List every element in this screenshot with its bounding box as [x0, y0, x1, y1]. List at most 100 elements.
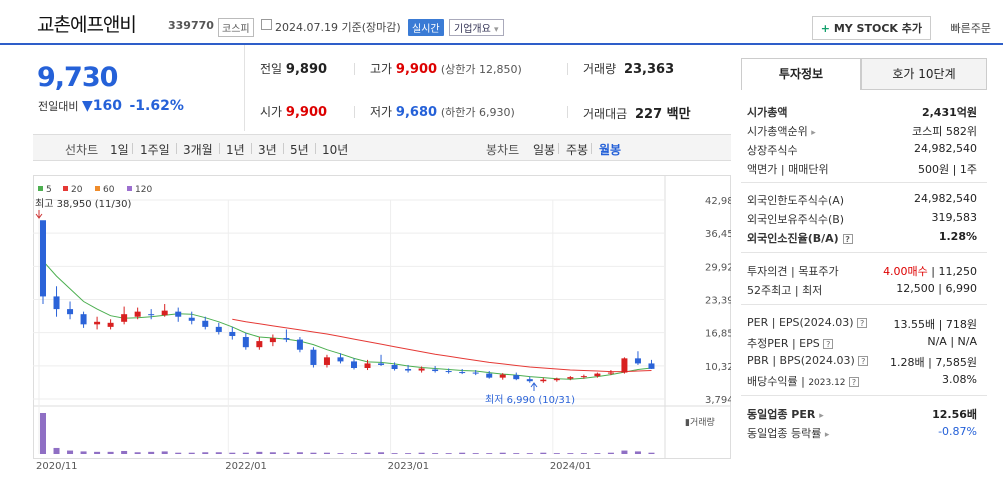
candle-body	[40, 220, 46, 297]
quick-order-link[interactable]: 빠른주문	[951, 20, 991, 36]
amount-label: 거래대금	[583, 107, 628, 121]
ma20-line	[232, 318, 652, 373]
pbr-label: PBR	[747, 354, 769, 367]
volume-bar	[580, 453, 587, 454]
candle-body	[121, 314, 128, 322]
company-overview-label: 기업개요	[454, 24, 491, 35]
divider	[354, 106, 355, 118]
sector-rate-row[interactable]: 동일업종 등락률 ▸ -0.87%	[747, 425, 977, 441]
current-price: 9,730	[37, 62, 118, 93]
stock-name: 교촌에프앤비	[37, 14, 137, 36]
divider	[558, 143, 559, 154]
volume-bar	[418, 452, 425, 454]
candle-body	[607, 372, 614, 374]
volume-bar	[553, 453, 560, 454]
volume-bar	[526, 453, 533, 454]
rank-market: 코스피	[912, 125, 943, 138]
company-overview-button[interactable]: 기업개요 ▾	[449, 19, 504, 36]
up-arrow-icon	[530, 382, 538, 391]
period-10y[interactable]: 10년	[322, 141, 348, 158]
market-cap-label: 시가총액	[747, 106, 788, 119]
mystock-add-button[interactable]: + MY STOCK 추가	[811, 16, 931, 40]
chevron-right-icon: ▸	[824, 430, 830, 440]
rank-row: 시가총액순위 ▸ 코스피 582위	[747, 123, 977, 139]
divider	[567, 63, 568, 75]
volume-bar	[148, 451, 155, 454]
par-row: 액면가 | 매매단위 500원 | 1주	[747, 163, 977, 176]
volume-value: 23,363	[623, 62, 675, 77]
help-icon[interactable]: ?	[857, 318, 868, 328]
high-price: 고가 9,900 (상한가 12,850)	[370, 60, 522, 77]
help-icon[interactable]: ?	[858, 356, 869, 366]
tab-investment-info[interactable]: 투자정보	[741, 58, 861, 90]
price-change: 전일대비 ▼160 -1.62%	[38, 98, 184, 114]
bps-label: BPS(2024.03)	[779, 354, 855, 367]
volume-bar	[202, 452, 209, 454]
chevron-down-icon: ▾	[494, 25, 499, 35]
market-cap-row: 시가총액 2,431억원	[747, 104, 977, 120]
divider	[315, 143, 316, 154]
period-3m[interactable]: 3개월	[183, 141, 213, 158]
volume-label: 거래량	[583, 62, 617, 76]
upper-limit: (상한가 12,850)	[440, 63, 522, 76]
legend-label-60: 60	[103, 185, 115, 195]
candle-body	[283, 338, 290, 340]
shares-value: 24,982,540	[914, 142, 977, 155]
help-icon[interactable]: ?	[842, 234, 853, 244]
candle-weekly[interactable]: 주봉	[566, 141, 588, 158]
period-5y[interactable]: 5년	[290, 141, 309, 158]
divider	[132, 143, 133, 154]
chart-period-bar: 선차트 1일 1주일 3개월 1년 3년 5년 10년 봉차트 일봉 주봉 월봉	[33, 134, 731, 161]
volume-bar	[188, 452, 195, 454]
y-tick-label: 36,456	[705, 229, 731, 240]
candle-monthly[interactable]: 월봉	[599, 141, 621, 158]
amount-value: 227 백만	[635, 107, 691, 122]
help-icon[interactable]: ?	[823, 339, 834, 349]
period-1w[interactable]: 1주일	[140, 141, 170, 158]
est-per-value: N/A	[927, 335, 947, 348]
low-value: 9,680	[395, 105, 438, 120]
volume-bar	[242, 452, 249, 454]
divider	[741, 395, 987, 396]
investment-info-panel: 투자정보 호가 10단계 시가총액 2,431억원 시가총액순위 ▸ 코스피 582…	[741, 58, 987, 486]
candle-body	[567, 377, 574, 379]
tab-orderbook[interactable]: 호가 10단계	[861, 58, 987, 90]
eps-label: EPS(2024.03)	[778, 316, 854, 329]
dividend-value: 3.08%	[942, 373, 977, 386]
week52-low-label: 최저	[802, 284, 823, 297]
foreign-limit-label: 외국인한도주식수(A)	[747, 194, 845, 207]
opinion-label: 투자의견	[747, 265, 788, 278]
per-value: 13.55배	[893, 318, 936, 331]
volume-bar	[215, 452, 222, 454]
foreign-limit-value: 24,982,540	[914, 192, 977, 205]
dividend-date: 2023.12	[808, 378, 846, 388]
candle-daily[interactable]: 일봉	[533, 141, 555, 158]
candle-body	[161, 310, 168, 316]
sector-per-row[interactable]: 동일업종 PER ▸ 12.56배	[747, 406, 977, 422]
sector-per-label: 동일업종 PER	[747, 408, 816, 421]
down-arrow-icon: ▼	[81, 98, 93, 114]
volume-bar	[405, 453, 412, 454]
volume-bar	[175, 452, 182, 454]
period-1y[interactable]: 1년	[226, 141, 245, 158]
realtime-button[interactable]: 실시간	[408, 19, 444, 36]
volume-bar	[134, 452, 141, 454]
down-arrow-icon	[35, 210, 43, 219]
period-1d[interactable]: 1일	[110, 141, 129, 158]
help-icon[interactable]: ?	[849, 377, 860, 387]
divider	[354, 63, 355, 75]
volume-bar	[323, 452, 330, 454]
line-chart-label: 선차트	[65, 143, 99, 157]
rank-label: 시가총액순위	[747, 125, 808, 138]
shares-label: 상장주식수	[747, 144, 798, 157]
candle-body	[378, 363, 385, 365]
volume-bar	[94, 451, 101, 454]
volume-bar	[486, 453, 493, 454]
par-value: 500원	[918, 163, 950, 176]
candle-body	[296, 339, 303, 350]
divider	[741, 252, 987, 253]
high-label: 고가	[370, 62, 393, 76]
period-3y[interactable]: 3년	[258, 141, 277, 158]
candle-chart-label: 봉차트	[486, 143, 520, 157]
foreign-rate-row: 외국인소진율(B/A) ? 1.28%	[747, 230, 977, 246]
